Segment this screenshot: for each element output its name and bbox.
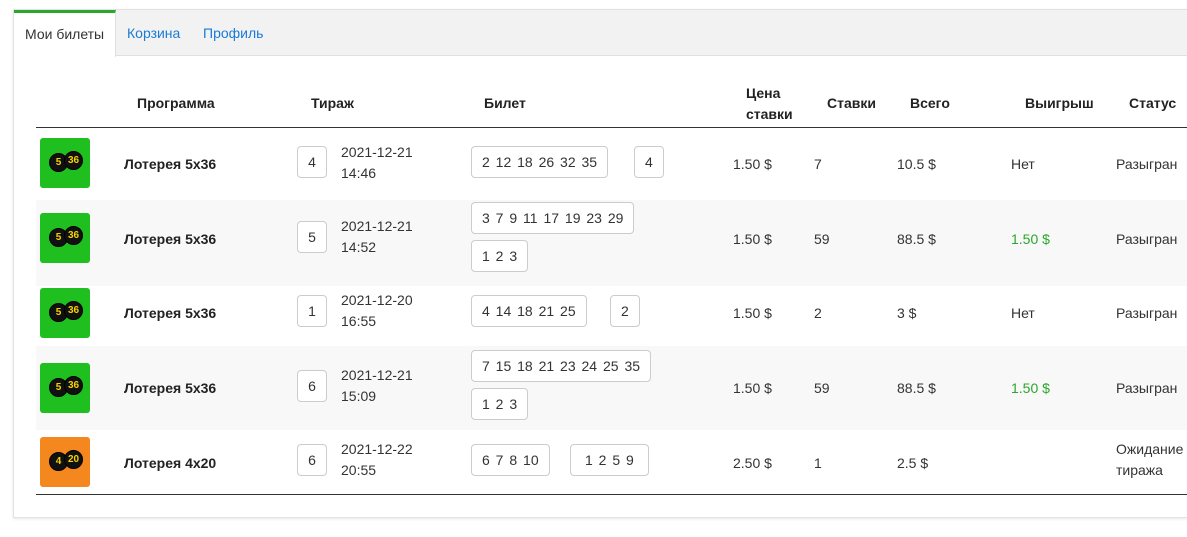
ticket-main-numbers: 2 12 18 26 32 35 — [471, 146, 609, 178]
ball-icon: 36 — [64, 301, 83, 320]
ball-icon: 20 — [64, 450, 83, 469]
draw-number: 4 — [297, 146, 327, 178]
status-text-line2: тиража — [1116, 462, 1163, 478]
program-name: Лотерея 5х36 — [124, 231, 217, 247]
program-name: Лотерея 5х36 — [124, 380, 217, 396]
col-header-price-2: ставки — [746, 106, 793, 122]
program-name: Лотерея 4х20 — [124, 455, 217, 471]
bets-count: 7 — [814, 156, 822, 172]
program-name: Лотерея 5х36 — [124, 305, 217, 321]
win-amount: Нет — [1011, 305, 1035, 321]
draw-time: 15:09 — [341, 388, 377, 404]
tab-cart[interactable]: Корзина — [116, 10, 191, 56]
lottery-5x36-logo: 5 36 — [40, 213, 90, 263]
col-header-program: Программа — [137, 95, 215, 111]
ticket-main-numbers: 3 7 9 11 17 19 23 29 — [471, 202, 635, 234]
tab-my-tickets[interactable]: Мои билеты — [14, 10, 117, 57]
win-amount: Нет — [1011, 156, 1035, 172]
total-amount: 88.5 $ — [897, 231, 936, 247]
bets-count: 2 — [814, 305, 822, 321]
ticket-extra-numbers: 1 2 3 — [471, 388, 529, 420]
draw-date: 2021-12-20 — [341, 292, 413, 308]
ball-icon: 36 — [64, 151, 83, 170]
draw-date: 2021-12-21 — [341, 218, 413, 234]
lottery-5x36-logo: 5 36 — [40, 138, 90, 188]
ticket-extra-numbers: 4 — [634, 146, 664, 178]
bet-price: 1.50 $ — [733, 231, 772, 247]
total-amount: 10.5 $ — [897, 156, 936, 172]
status-text: Разыгран — [1116, 380, 1178, 396]
col-header-win: Выигрыш — [1025, 95, 1094, 111]
bet-price: 1.50 $ — [733, 305, 772, 321]
bet-price: 1.50 $ — [733, 380, 772, 396]
lottery-5x36-logo: 5 36 — [40, 288, 90, 338]
col-header-bets: Ставки — [827, 95, 876, 111]
ticket-main-numbers: 7 15 18 21 23 24 25 35 — [471, 350, 652, 382]
draw-number: 1 — [297, 295, 327, 327]
bets-count: 59 — [814, 380, 830, 396]
total-amount: 3 $ — [897, 305, 917, 321]
total-amount: 88.5 $ — [897, 380, 936, 396]
bets-count: 59 — [814, 231, 830, 247]
win-amount: 1.50 $ — [1011, 380, 1050, 396]
win-amount: 1.50 $ — [1011, 231, 1050, 247]
tab-bar: Мои билеты Корзина Профиль — [14, 10, 1187, 57]
status-text: Разыгран — [1116, 156, 1178, 172]
tickets-panel: Мои билеты Корзина Профиль Программа Тир… — [13, 9, 1187, 518]
table-bottom-divider — [36, 494, 1187, 495]
col-header-ticket: Билет — [484, 95, 526, 111]
ticket-extra-numbers: 1 2 5 9 — [570, 444, 649, 476]
total-amount: 2.5 $ — [897, 455, 929, 471]
ticket-extra-numbers: 2 — [610, 295, 640, 327]
ticket-extra-numbers: 1 2 3 — [471, 240, 529, 272]
col-header-price-1: Цена — [746, 85, 781, 101]
draw-number: 5 — [297, 221, 327, 253]
draw-time: 14:52 — [341, 239, 377, 255]
status-text: Разыгран — [1116, 305, 1178, 321]
draw-number: 6 — [297, 370, 327, 402]
draw-number: 6 — [297, 444, 327, 476]
ball-icon: 36 — [64, 226, 83, 245]
table-row: 5 36 Лотерея 5х36 6 2021-12-21 15:09 7 1… — [36, 346, 1187, 430]
ticket-main-numbers: 4 14 18 21 25 — [471, 295, 587, 327]
bet-price: 1.50 $ — [733, 156, 772, 172]
program-name: Лотерея 5х36 — [124, 156, 217, 172]
tab-profile[interactable]: Профиль — [192, 10, 274, 56]
lottery-5x36-logo: 5 36 — [40, 363, 90, 413]
col-header-total: Всего — [910, 95, 950, 111]
ball-icon: 36 — [64, 376, 83, 395]
draw-date: 2021-12-21 — [341, 144, 413, 160]
col-header-status: Статус — [1129, 95, 1177, 111]
draw-date: 2021-12-22 — [341, 441, 413, 457]
bet-price: 2.50 $ — [733, 455, 772, 471]
status-text: Разыгран — [1116, 231, 1178, 247]
table-row: 5 36 Лотерея 5х36 1 2021-12-20 16:55 4 1… — [36, 286, 1187, 346]
bets-count: 1 — [814, 455, 822, 471]
status-text-line1: Ожидание — [1116, 441, 1184, 457]
table-row: 4 20 Лотерея 4х20 6 2021-12-22 20:55 6 7… — [36, 430, 1187, 494]
draw-time: 20:55 — [341, 462, 377, 478]
col-header-draw: Тираж — [311, 95, 354, 111]
draw-time: 16:55 — [341, 313, 377, 329]
draw-time: 14:46 — [341, 165, 377, 181]
table-row: 5 36 Лотерея 5х36 5 2021-12-21 14:52 3 7… — [36, 200, 1187, 286]
table-row: 5 36 Лотерея 5х36 4 2021-12-21 14:46 2 1… — [36, 128, 1187, 200]
lottery-4x20-logo: 4 20 — [40, 437, 90, 487]
ticket-main-numbers: 6 7 8 10 — [471, 444, 550, 476]
draw-date: 2021-12-21 — [341, 367, 413, 383]
